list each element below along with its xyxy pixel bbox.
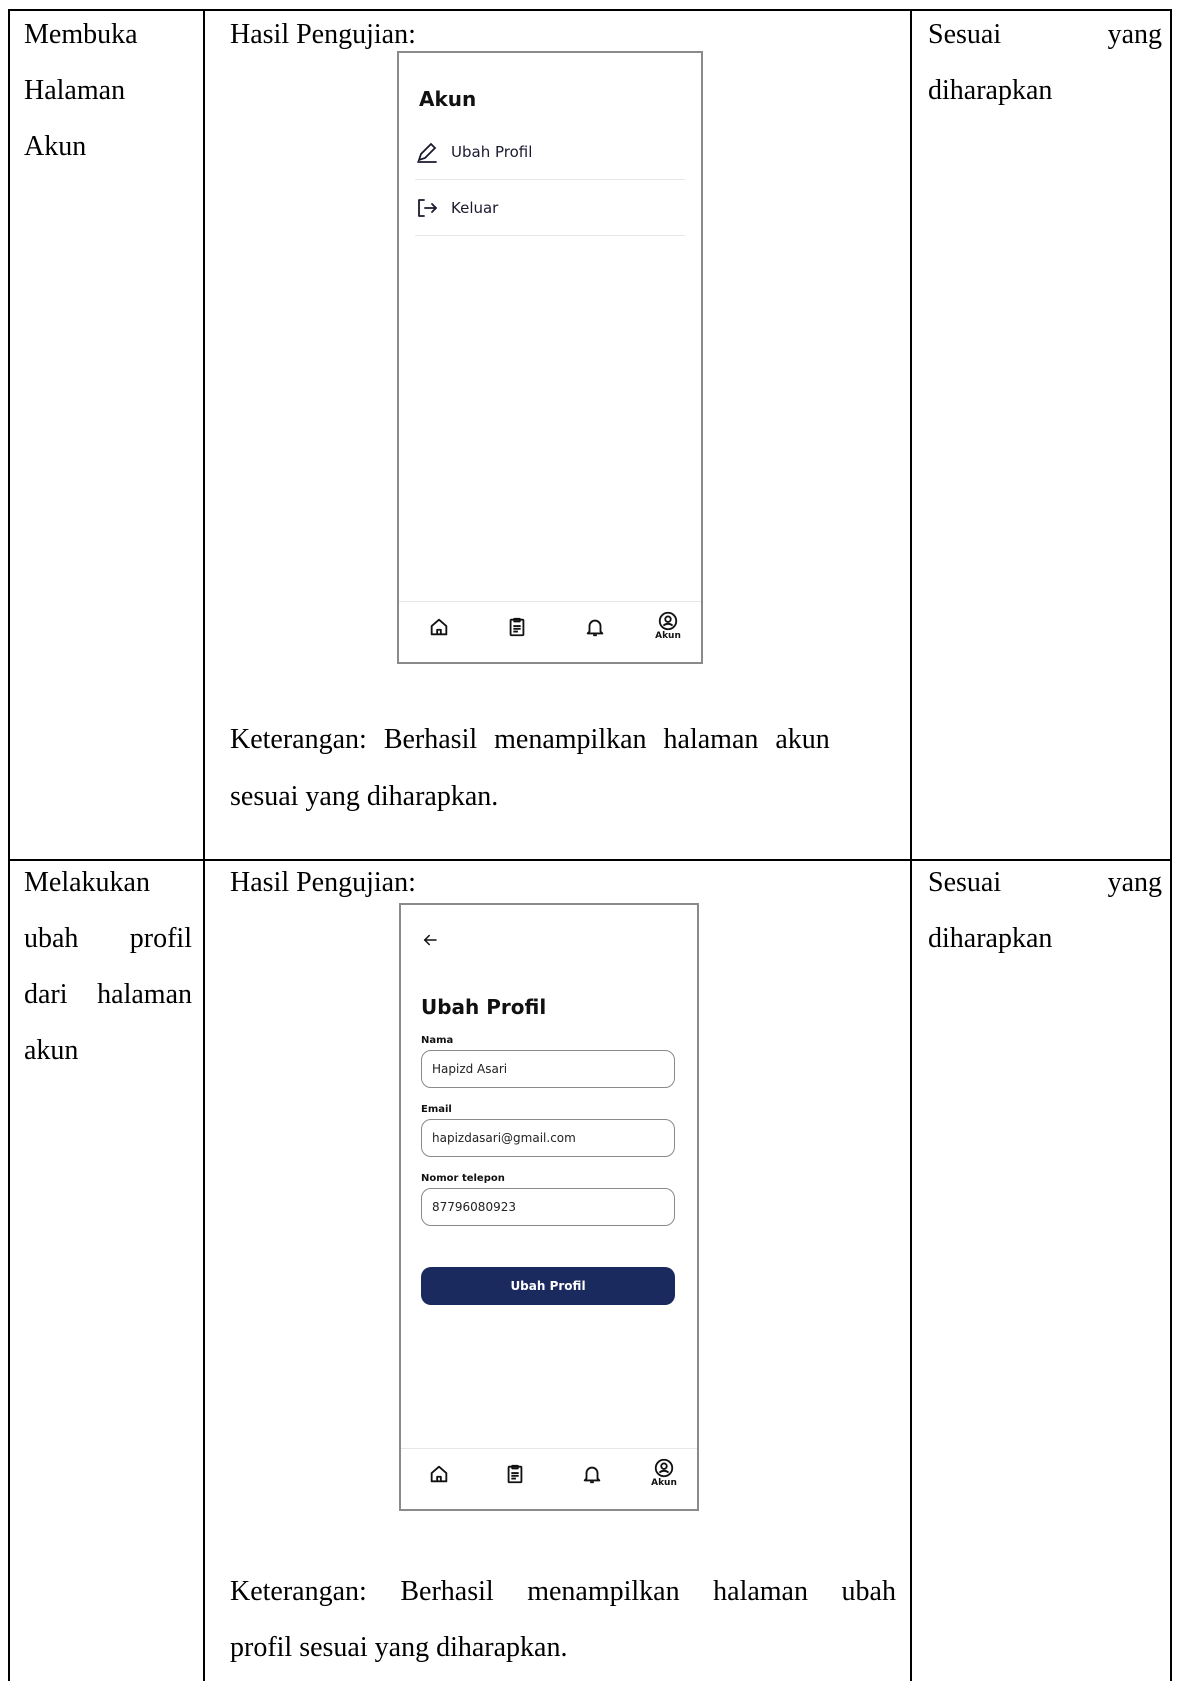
note-word: Keterangan:: [230, 1576, 367, 1607]
name-field[interactable]: Hapizd Asari: [421, 1050, 675, 1088]
pencil-icon: [417, 142, 437, 163]
arrow-left-icon[interactable]: [421, 931, 439, 949]
menu-item-label: Ubah Profil: [451, 143, 533, 161]
activity-word: dari: [24, 979, 68, 1010]
activity-text-line: ubah profil: [24, 924, 192, 954]
activity-word: halaman: [97, 979, 192, 1010]
status-line: diharapkan: [928, 75, 1053, 106]
page-title: Ubah Profil: [421, 995, 547, 1019]
activity-text-line: akun: [24, 1035, 79, 1066]
screenshot-akun-page: Akun Ubah Profil Keluar Akun: [397, 51, 703, 664]
menu-item-label: Keluar: [451, 199, 499, 217]
status-line: Sesuai yang: [928, 868, 1162, 898]
screenshot-ubah-profil-page: Ubah Profil Nama Hapizd Asari Email hapi…: [399, 903, 699, 1511]
bell-icon: [586, 619, 604, 637]
bell-icon: [583, 1466, 601, 1484]
nav-notifications[interactable]: [578, 1463, 606, 1485]
field-label-email: Email: [421, 1104, 452, 1115]
menu-item-ubah-profil[interactable]: Ubah Profil: [415, 125, 685, 180]
nav-home[interactable]: [425, 1463, 453, 1485]
user-icon: [658, 611, 678, 631]
note-line: Keterangan: Berhasil menampilkan halaman…: [230, 725, 896, 755]
logout-icon: [418, 199, 437, 217]
user-icon: [654, 1458, 674, 1478]
note-line: sesuai yang diharapkan.: [230, 781, 499, 812]
nav-akun-label: Akun: [655, 631, 681, 641]
test-result-table: Membuka Halaman Akun Hasil Pengujian: Se…: [0, 0, 1181, 1681]
status-line: diharapkan: [928, 923, 1053, 954]
home-icon: [430, 1465, 448, 1483]
field-label-phone: Nomor telepon: [421, 1173, 505, 1184]
note-word: Berhasil: [400, 1576, 494, 1607]
note-word: menampilkan: [527, 1576, 680, 1607]
email-field[interactable]: hapizdasari@gmail.com: [421, 1119, 675, 1157]
nav-tasks[interactable]: [501, 1463, 529, 1485]
status-word: yang: [1107, 19, 1162, 50]
submit-button[interactable]: Ubah Profil: [421, 1267, 675, 1305]
note-text: Keterangan: Berhasil menampilkan halaman…: [230, 724, 830, 755]
status-word: yang: [1107, 867, 1162, 898]
note-line: Keterangan: Berhasil menampilkan halaman…: [230, 1577, 896, 1607]
menu-item-keluar[interactable]: Keluar: [415, 181, 685, 236]
activity-word: profil: [129, 923, 192, 954]
status-word: Sesuai: [928, 867, 1002, 898]
nav-akun-label: Akun: [651, 1478, 677, 1488]
result-heading: Hasil Pengujian:: [230, 19, 416, 50]
clipboard-icon: [507, 1464, 523, 1484]
activity-text-line: Halaman: [24, 75, 126, 106]
status-line: Sesuai yang: [928, 20, 1162, 50]
page-title: Akun: [419, 87, 477, 111]
note-line: profil sesuai yang diharapkan.: [230, 1632, 568, 1663]
activity-text-line: Akun: [24, 131, 87, 162]
activity-text-line: dari halaman: [24, 980, 192, 1010]
note-word: halaman: [713, 1576, 808, 1607]
nav-akun[interactable]: Akun: [650, 1457, 678, 1488]
phone-field[interactable]: 87796080923: [421, 1188, 675, 1226]
table-border-top: [8, 9, 1172, 11]
status-word: Sesuai: [928, 19, 1002, 50]
table-border-right: [1170, 9, 1172, 1681]
row-separator: [8, 859, 1172, 861]
bottom-nav: Akun: [399, 601, 701, 662]
activity-text-line: Membuka: [24, 19, 138, 50]
home-icon: [430, 618, 448, 636]
note-word: ubah: [841, 1576, 896, 1607]
nav-tasks[interactable]: [503, 616, 531, 638]
result-heading: Hasil Pengujian:: [230, 867, 416, 898]
table-border-left: [8, 9, 10, 1681]
nav-home[interactable]: [425, 616, 453, 638]
bottom-nav: Akun: [401, 1448, 697, 1509]
table-divider-1: [203, 9, 205, 1681]
nav-notifications[interactable]: [581, 616, 609, 638]
field-label-nama: Nama: [421, 1035, 454, 1046]
table-divider-2: [910, 9, 912, 1681]
clipboard-icon: [509, 617, 525, 637]
activity-word: ubah: [24, 923, 79, 954]
nav-akun[interactable]: Akun: [654, 610, 682, 641]
activity-text-line: Melakukan: [24, 867, 150, 898]
